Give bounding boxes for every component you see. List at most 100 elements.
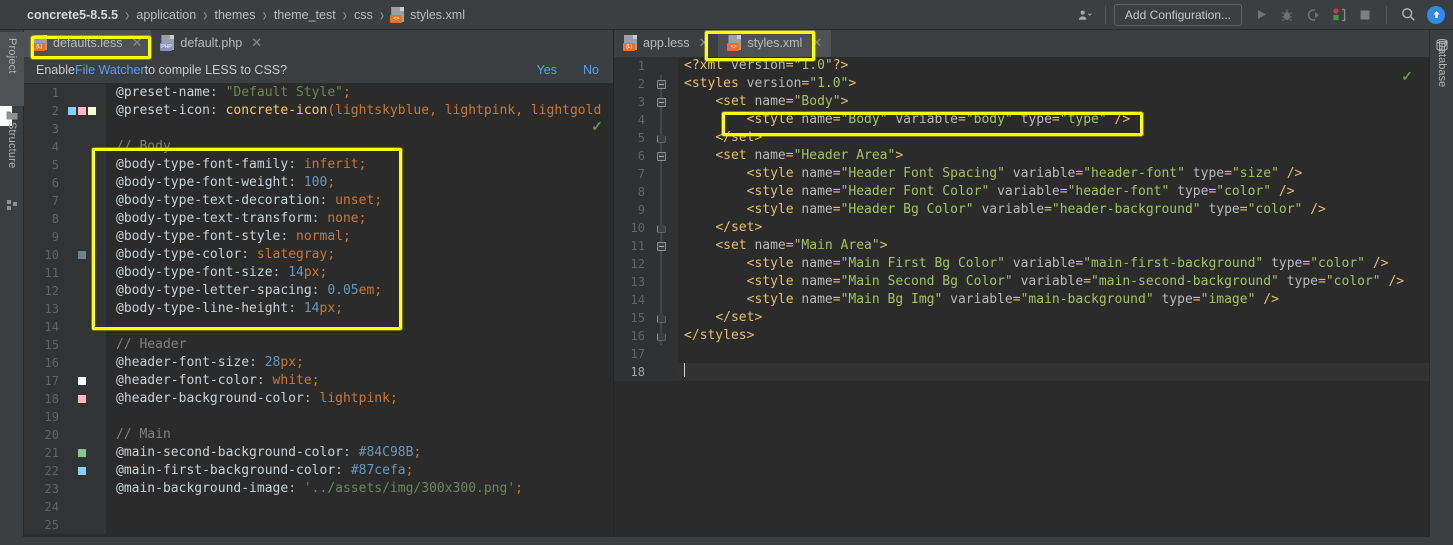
sidebar-item-structure[interactable]: Structure [0, 116, 24, 202]
color-swatch[interactable] [68, 107, 76, 115]
fold-gutter[interactable] [654, 363, 668, 381]
color-gutter[interactable] [68, 282, 96, 300]
code-text[interactable]: @body-type-letter-spacing: 0.05em; [106, 282, 613, 300]
tab-default-php[interactable]: PHP default.php ✕ [151, 30, 271, 57]
code-text[interactable]: @body-type-line-height: 14px; [106, 300, 613, 318]
fold-collapse-icon[interactable] [656, 151, 666, 161]
code-text[interactable]: @header-font-size: 28px; [106, 354, 613, 372]
fold-gutter[interactable] [654, 291, 668, 309]
close-icon[interactable]: ✕ [131, 35, 142, 51]
left-editor-scrollbar[interactable] [601, 84, 613, 545]
fold-gutter[interactable] [654, 129, 668, 147]
file-watcher-link[interactable]: File Watcher [75, 63, 145, 77]
close-icon[interactable]: ✕ [251, 35, 262, 51]
color-gutter[interactable] [68, 246, 96, 264]
fold-gutter[interactable] [654, 165, 668, 183]
color-gutter[interactable] [68, 372, 96, 390]
code-text[interactable]: <set name="Body"> [678, 93, 1429, 111]
code-text[interactable]: // Header [106, 336, 613, 354]
fold-gutter[interactable] [654, 75, 668, 93]
breadcrumb-item-4[interactable]: css [354, 0, 373, 29]
color-gutter[interactable] [68, 336, 96, 354]
breadcrumb-item-1[interactable]: application [136, 0, 196, 29]
code-text[interactable] [106, 516, 613, 534]
color-gutter[interactable] [68, 300, 96, 318]
fold-gutter[interactable] [654, 345, 668, 363]
color-swatch[interactable] [78, 467, 86, 475]
code-text[interactable] [106, 120, 613, 138]
color-gutter[interactable] [68, 444, 96, 462]
fold-end-icon[interactable] [656, 313, 666, 323]
left-code-content[interactable]: 1 @preset-name: "Default Style"; 2 @preset-… [24, 84, 613, 545]
code-text[interactable]: <styles version="1.0"> [678, 75, 1429, 93]
code-text[interactable]: @body-type-color: slategray; [106, 246, 613, 264]
add-configuration-button[interactable]: Add Configuration... [1113, 3, 1242, 26]
code-text[interactable]: @header-font-color: white; [106, 372, 613, 390]
code-text[interactable]: </set> [678, 309, 1429, 327]
code-text[interactable] [106, 408, 613, 426]
fold-gutter[interactable] [654, 93, 668, 111]
color-gutter[interactable] [68, 480, 96, 498]
fold-gutter[interactable] [654, 255, 668, 273]
color-gutter[interactable] [68, 120, 96, 138]
code-text[interactable]: @preset-icon: concrete-icon(lightskyblue… [106, 102, 613, 120]
code-text[interactable] [678, 363, 1429, 381]
code-text[interactable]: @main-background-image: '../assets/img/3… [106, 480, 613, 498]
color-swatch[interactable] [88, 107, 96, 115]
color-swatch[interactable] [78, 377, 86, 385]
color-gutter[interactable] [68, 138, 96, 156]
color-gutter[interactable] [68, 102, 96, 120]
code-text[interactable]: <?xml version="1.0"?> [678, 57, 1429, 75]
fold-gutter[interactable] [654, 111, 668, 129]
color-swatch[interactable] [78, 251, 86, 259]
tab-defaults-less[interactable]: {L} defaults.less ✕ [24, 30, 152, 57]
code-text[interactable]: <style name="Main Second Bg Color" varia… [678, 273, 1429, 291]
code-text[interactable]: @main-first-background-color: #87cefa; [106, 462, 613, 480]
color-gutter[interactable] [68, 210, 96, 228]
color-gutter[interactable] [68, 318, 96, 336]
code-text[interactable]: @body-type-font-size: 14px; [106, 264, 613, 282]
code-text[interactable]: @header-background-color: lightpink; [106, 390, 613, 408]
color-gutter[interactable] [68, 462, 96, 480]
debug-icon[interactable] [1274, 3, 1300, 27]
fold-collapse-icon[interactable] [656, 241, 666, 251]
color-gutter[interactable] [68, 264, 96, 282]
code-text[interactable]: <style name="Header Font Spacing" variab… [678, 165, 1429, 183]
fold-gutter[interactable] [654, 57, 668, 75]
breadcrumb-item-file[interactable]: <> styles.xml [390, 0, 465, 29]
code-text[interactable]: @body-type-font-weight: 100; [106, 174, 613, 192]
update-project-icon[interactable] [1427, 5, 1445, 24]
code-text[interactable]: <set name="Header Area"> [678, 147, 1429, 165]
fold-gutter[interactable] [654, 201, 668, 219]
notification-yes-button[interactable]: Yes [537, 63, 557, 77]
code-text[interactable]: </set> [678, 129, 1429, 147]
fold-gutter[interactable] [654, 237, 668, 255]
color-swatch[interactable] [78, 395, 86, 403]
debug-stop-icon[interactable] [1326, 3, 1352, 27]
color-gutter[interactable] [68, 498, 96, 516]
run-coverage-icon[interactable] [1300, 3, 1326, 27]
breadcrumb-item-0[interactable]: concrete5-8.5.5 [27, 0, 118, 29]
code-text[interactable]: <set name="Main Area"> [678, 237, 1429, 255]
fold-end-icon[interactable] [656, 331, 666, 341]
fold-gutter[interactable] [654, 219, 668, 237]
code-text[interactable]: @preset-name: "Default Style"; [106, 84, 613, 102]
run-icon[interactable] [1248, 3, 1274, 27]
color-swatch[interactable] [78, 449, 86, 457]
right-code-content[interactable]: 1 <?xml version="1.0"?> 2 <styles version="… [614, 57, 1429, 545]
user-settings-icon[interactable] [1078, 8, 1093, 22]
search-everywhere-icon[interactable] [1395, 3, 1421, 27]
color-gutter[interactable] [68, 390, 96, 408]
fold-gutter[interactable] [654, 309, 668, 327]
sidebar-item-database[interactable]: Database [1430, 34, 1453, 124]
fold-end-icon[interactable] [656, 223, 666, 233]
color-gutter[interactable] [68, 426, 96, 444]
fold-gutter[interactable] [654, 273, 668, 291]
code-text[interactable]: // Body [106, 138, 613, 156]
color-gutter[interactable] [68, 408, 96, 426]
fold-collapse-icon[interactable] [656, 79, 666, 89]
code-text[interactable]: @body-type-text-transform: none; [106, 210, 613, 228]
color-gutter[interactable] [68, 516, 96, 534]
code-text[interactable]: @body-type-font-style: normal; [106, 228, 613, 246]
code-text[interactable]: </set> [678, 219, 1429, 237]
